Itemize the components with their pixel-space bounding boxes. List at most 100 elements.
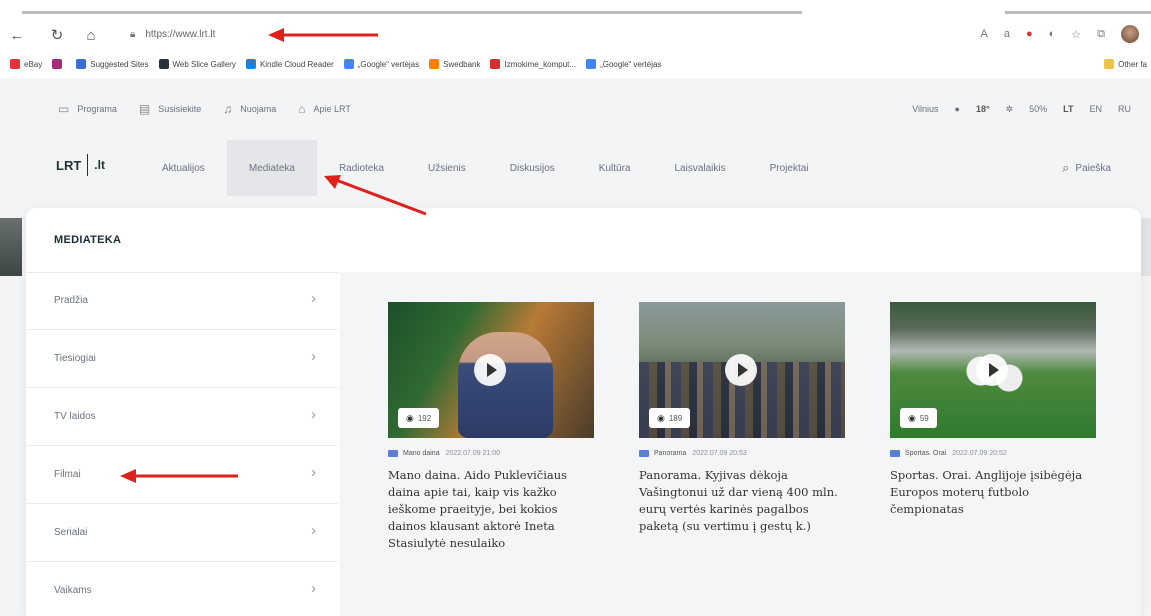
sidebar-item-tv-laidos[interactable]: TV laidos › — [26, 388, 338, 446]
card-meta: Sportas. Orai 2022.07.09 20:52 — [890, 450, 1096, 457]
thumbnail-person — [458, 332, 553, 438]
utility-apie-lrt[interactable]: ⌂ Apie LRT — [298, 102, 351, 116]
nav-laisvalaikis[interactable]: Laisvalaikis — [652, 140, 747, 196]
bookmark-suggested-sites[interactable]: Suggested Sites — [76, 59, 149, 69]
utility-label: Susisiekite — [158, 104, 202, 114]
card-category[interactable]: Panorama — [654, 450, 686, 457]
lrt-logo[interactable]: LRT .lt — [56, 154, 105, 176]
sidebar-item-tiesiogiai[interactable]: Tiesiogiai › — [26, 330, 338, 388]
eye-icon: ◉ — [908, 412, 916, 423]
suggested-sites-icon — [76, 59, 87, 69]
address-row: ← ↻ ⌂ 🔒︎ https://www.lrt.lt A a ● ◐ ☆ ⧉ — [0, 18, 1151, 52]
bookmark-google-translate[interactable]: „Google“ vertėjas — [343, 59, 419, 69]
card-category[interactable]: Sportas. Orai — [905, 450, 946, 457]
lang-en[interactable]: EN — [1089, 104, 1102, 114]
utility-nuojama[interactable]: ♫ Nuojama — [223, 102, 276, 116]
sidebar-item-pradzia[interactable]: Pradžia › — [26, 272, 338, 330]
profile-avatar[interactable] — [1121, 25, 1139, 43]
search-label: Paieška — [1075, 162, 1111, 174]
play-icon[interactable] — [976, 354, 1008, 386]
weather-icon: ● — [954, 104, 960, 114]
nav-uzsienis[interactable]: Užsienis — [406, 140, 488, 196]
video-card[interactable]: ◉ 189 Panorama 2022.07.09 20:53 Panorama. … — [639, 302, 845, 552]
nav-kultura[interactable]: Kultūra — [577, 140, 653, 196]
weather-city[interactable]: Vilnius — [912, 104, 938, 114]
refresh-icon[interactable]: ↻ — [44, 22, 70, 48]
home-icon[interactable]: ⌂ — [78, 22, 104, 48]
video-card[interactable]: ◉ 192 Mano daina 2022.07.09 21:00 Mano dai… — [388, 302, 594, 552]
url-text[interactable]: https://www.lrt.lt — [145, 29, 215, 40]
read-aloud-icon[interactable]: A — [980, 28, 987, 40]
bookmark-kindle[interactable]: Kindle Cloud Reader — [245, 59, 334, 69]
card-date: 2022.07.09 20:52 — [952, 450, 1007, 457]
card-headline[interactable]: Mano daina. Aido Puklevičiaus daina apie… — [388, 467, 594, 552]
card-date: 2022.07.09 21:00 — [445, 450, 501, 457]
tab-strip-line — [22, 11, 802, 14]
video-card[interactable]: ◉ 59 Sportas. Orai 2022.07.09 20:52 Sporta… — [890, 302, 1096, 552]
collections-icon[interactable]: ⧉ — [1097, 28, 1105, 41]
lrt-page: ▭ Programa ▤ Susisiekite ♫ Nuojama ⌂ Apie LR… — [0, 78, 1151, 616]
sidebar-item-serialai[interactable]: Serialai › — [26, 504, 338, 562]
utility-programa[interactable]: ▭ Programa — [58, 102, 117, 116]
sidebar-item-filmai[interactable]: Filmai › — [26, 446, 338, 504]
search-button[interactable]: ⌕ Paieška — [1062, 140, 1111, 196]
play-icon[interactable] — [474, 354, 506, 386]
bookmark-label: „Google“ vertėjas — [600, 59, 662, 69]
folder-icon — [1104, 59, 1115, 69]
card-headline[interactable]: Sportas. Orai. Anglijoje įsibėgėja Europ… — [890, 467, 1096, 518]
nav-mediateka[interactable]: Mediateka — [226, 140, 317, 196]
google-translate-icon — [586, 59, 597, 69]
lang-ru[interactable]: RU — [1118, 104, 1131, 114]
bookmark-ebay[interactable]: eBay — [10, 59, 42, 69]
home-icon: ⌂ — [298, 102, 306, 116]
extension-icon[interactable]: ● — [1026, 28, 1033, 40]
bookmark-label: Web Slice Gallery — [172, 59, 236, 69]
ebay-icon — [10, 59, 20, 69]
video-thumbnail[interactable]: ◉ 189 — [639, 302, 845, 438]
back-icon[interactable]: ← — [4, 22, 30, 48]
chevron-right-icon: › — [311, 290, 316, 307]
eye-icon: ◉ — [406, 412, 414, 423]
bookmark-swedbank[interactable]: Swedbank — [429, 59, 480, 69]
card-meta: Mano daina 2022.07.09 21:00 — [388, 450, 594, 457]
video-thumbnail[interactable]: ◉ 192 — [388, 302, 594, 438]
m-icon — [52, 59, 63, 69]
extension-icon-2[interactable]: ◐ — [1049, 28, 1056, 40]
sidebar-item-label: Filmai — [54, 469, 81, 480]
sidebar-item-label: Tiesiogiai — [54, 353, 96, 364]
nav-radioteka[interactable]: Radioteka — [317, 140, 406, 196]
card-headline[interactable]: Panorama. Kyjivas dėkoja Vašingtonui už … — [639, 467, 845, 535]
sidebar-item-vaikams[interactable]: Vaikams › — [26, 562, 338, 616]
bookmark-google-translate-2[interactable]: „Google“ vertėjas — [586, 59, 661, 69]
card-category[interactable]: Mano daina — [403, 450, 440, 457]
zoom-icon[interactable]: a — [1004, 28, 1010, 40]
headphones-icon: ♫ — [223, 102, 233, 116]
humidity: 50% — [1029, 104, 1048, 114]
izmokime-icon — [490, 59, 501, 69]
chevron-right-icon: › — [311, 406, 316, 423]
main-nav: LRT .lt Aktualijos Mediateka Radioteka U… — [0, 140, 1151, 196]
views-badge: ◉ 189 — [649, 408, 691, 428]
weather-and-language: Vilnius ● 18° ✲ 50% LT EN RU — [912, 78, 1131, 140]
nav-projektai[interactable]: Projektai — [748, 140, 831, 196]
view-count: 192 — [417, 413, 432, 423]
nav-aktualijos[interactable]: Aktualijos — [140, 140, 227, 196]
views-badge: ◉ 59 — [900, 408, 937, 428]
browser-toolbar-icons: A a ● ◐ ☆ ⧉ — [980, 21, 1151, 47]
play-icon[interactable] — [725, 354, 757, 386]
favorites-star-icon[interactable]: ☆ — [1071, 28, 1081, 41]
utility-susisiekite[interactable]: ▤ Susisiekite — [139, 102, 201, 116]
address-bar[interactable]: 🔒︎ https://www.lrt.lt — [130, 21, 890, 47]
document-icon: ▤ — [138, 102, 151, 116]
temperature: 18° — [975, 104, 990, 114]
video-icon — [639, 450, 649, 457]
video-thumbnail[interactable]: ◉ 59 — [890, 302, 1096, 438]
bookmark-izmokime[interactable]: Izmokime_komput... — [490, 59, 576, 69]
bookmark-web-slice-gallery[interactable]: Web Slice Gallery — [158, 59, 236, 69]
nav-diskusijos[interactable]: Diskusijos — [488, 140, 577, 196]
nav-items: Aktualijos Mediateka Radioteka Užsienis … — [140, 140, 831, 196]
lang-lt[interactable]: LT — [1063, 104, 1073, 114]
bookmark-other-favorites[interactable]: Other fa — [1104, 59, 1147, 69]
chevron-right-icon: › — [311, 464, 316, 481]
bookmark-m[interactable] — [52, 59, 66, 69]
